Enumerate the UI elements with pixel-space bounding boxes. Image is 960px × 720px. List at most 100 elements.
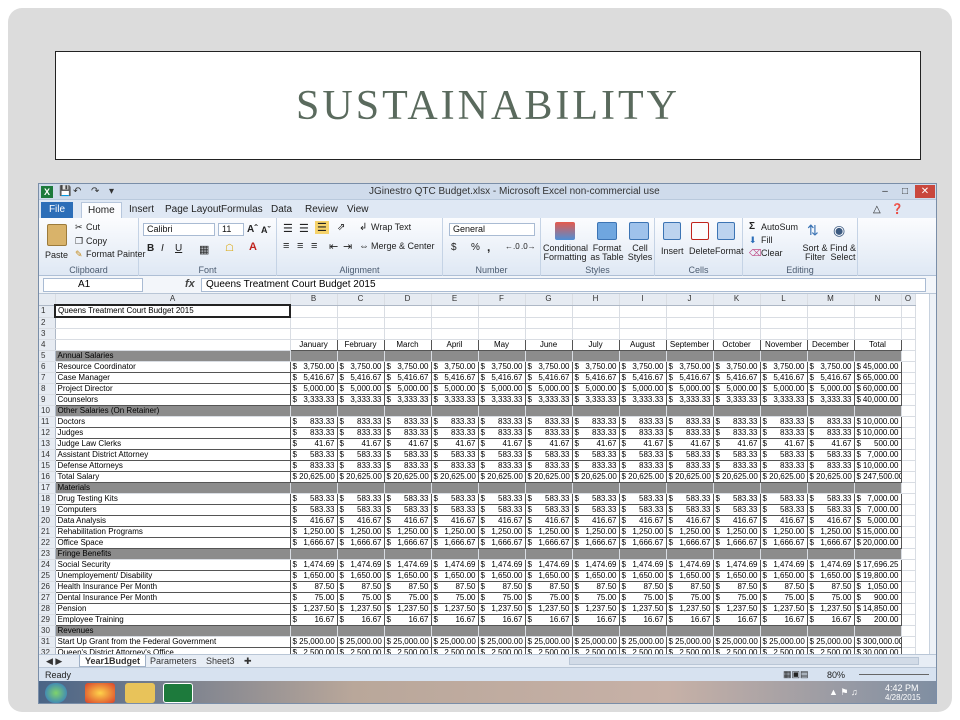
amount-cell[interactable]: $41.67 bbox=[477, 437, 526, 450]
section-fill-cell[interactable] bbox=[290, 548, 338, 560]
amount-cell[interactable]: $5,416.67 bbox=[571, 371, 620, 384]
name-box[interactable]: A1 bbox=[43, 278, 143, 292]
amount-cell[interactable]: $3,750.00 bbox=[336, 360, 385, 373]
section-fill-cell[interactable] bbox=[807, 482, 855, 494]
amount-cell[interactable]: $416.67 bbox=[289, 514, 338, 527]
amount-cell[interactable]: $5,000.00 bbox=[853, 514, 902, 527]
amount-cell[interactable]: $2,500.00 bbox=[430, 646, 479, 654]
amount-cell[interactable]: $16.67 bbox=[524, 613, 573, 626]
amount-cell[interactable]: $41.67 bbox=[289, 437, 338, 450]
amount-cell[interactable]: $5,000.00 bbox=[524, 382, 573, 395]
column-header[interactable]: J bbox=[666, 294, 714, 306]
amount-cell[interactable]: $1,650.00 bbox=[806, 569, 855, 582]
empty-cell[interactable] bbox=[901, 438, 916, 450]
worksheet-grid[interactable]: A B C D E F G H I J K L M N O 1 Queens Treatment Court B… bbox=[39, 294, 929, 654]
section-fill-cell[interactable] bbox=[337, 405, 385, 417]
amount-cell[interactable]: $7,000.00 bbox=[853, 448, 902, 461]
section-fill-cell[interactable] bbox=[431, 482, 479, 494]
section-fill-cell[interactable] bbox=[290, 350, 338, 362]
row-header[interactable]: 15 bbox=[39, 460, 56, 472]
section-fill-cell[interactable] bbox=[478, 350, 526, 362]
section-fill-cell[interactable] bbox=[431, 350, 479, 362]
empty-cell[interactable] bbox=[619, 305, 667, 318]
row-header[interactable]: 13 bbox=[39, 438, 56, 450]
row-header[interactable]: 27 bbox=[39, 592, 56, 604]
section-label-cell[interactable]: Materials bbox=[55, 482, 291, 494]
align-middle-icon[interactable]: ☰ bbox=[299, 222, 309, 235]
amount-cell[interactable]: $1,474.69 bbox=[618, 558, 667, 571]
empty-cell[interactable] bbox=[431, 317, 479, 329]
amount-cell[interactable]: $20,000.00 bbox=[853, 536, 902, 549]
sheet-tab-parameters[interactable]: Parameters bbox=[145, 655, 202, 667]
binoculars-icon[interactable]: ◉ bbox=[833, 222, 845, 239]
amount-cell[interactable]: $41.67 bbox=[336, 437, 385, 450]
amount-cell[interactable]: $583.33 bbox=[571, 448, 620, 461]
amount-cell[interactable]: $1,250.00 bbox=[524, 525, 573, 538]
section-fill-cell[interactable] bbox=[854, 482, 902, 494]
empty-cell[interactable] bbox=[384, 317, 432, 329]
align-left-icon[interactable]: ≡ bbox=[283, 240, 289, 252]
amount-cell[interactable]: $833.33 bbox=[665, 459, 714, 472]
shrink-font-icon[interactable]: Aˇ bbox=[261, 225, 271, 235]
currency-button[interactable]: $ bbox=[451, 242, 457, 253]
month-header-cell[interactable]: September bbox=[665, 338, 714, 351]
excel-app-icon[interactable]: X bbox=[41, 186, 53, 198]
amount-cell[interactable]: $75.00 bbox=[289, 591, 338, 604]
amount-cell[interactable]: $833.33 bbox=[524, 426, 573, 439]
section-fill-cell[interactable] bbox=[713, 625, 761, 637]
label-cell[interactable]: Judges bbox=[54, 426, 291, 439]
amount-cell[interactable]: $5,000.00 bbox=[571, 382, 620, 395]
section-fill-cell[interactable] bbox=[384, 625, 432, 637]
amount-cell[interactable]: $10,000.00 bbox=[853, 459, 902, 472]
amount-cell[interactable]: $833.33 bbox=[571, 459, 620, 472]
amount-cell[interactable]: $1,237.50 bbox=[712, 602, 761, 615]
amount-cell[interactable]: $41.67 bbox=[806, 437, 855, 450]
delete-cells-icon[interactable] bbox=[691, 222, 709, 240]
amount-cell[interactable]: $1,474.69 bbox=[477, 558, 526, 571]
clock-date[interactable]: 4/28/2015 bbox=[885, 693, 921, 702]
amount-cell[interactable]: $833.33 bbox=[336, 459, 385, 472]
empty-cell[interactable] bbox=[807, 328, 855, 340]
amount-cell[interactable]: $583.33 bbox=[336, 448, 385, 461]
amount-cell[interactable]: $500.00 bbox=[853, 437, 902, 450]
row-header[interactable]: 10 bbox=[39, 405, 56, 417]
empty-cell[interactable] bbox=[384, 328, 432, 340]
section-fill-cell[interactable] bbox=[337, 482, 385, 494]
amount-cell[interactable]: $1,650.00 bbox=[524, 569, 573, 582]
amount-cell[interactable]: $5,000.00 bbox=[430, 382, 479, 395]
format-table-icon[interactable] bbox=[597, 222, 617, 240]
amount-cell[interactable]: $ 25,000.00 bbox=[524, 635, 573, 648]
amount-cell[interactable]: $3,750.00 bbox=[665, 360, 714, 373]
brush-icon[interactable]: ✎ bbox=[75, 249, 83, 260]
amount-cell[interactable]: $75.00 bbox=[524, 591, 573, 604]
amount-cell[interactable]: $3,333.33 bbox=[712, 393, 761, 406]
minimize-button[interactable]: – bbox=[875, 185, 895, 198]
section-fill-cell[interactable] bbox=[854, 350, 902, 362]
amount-cell[interactable]: $416.67 bbox=[806, 514, 855, 527]
amount-cell[interactable]: $1,237.50 bbox=[477, 602, 526, 615]
label-cell[interactable]: Rehabilitation Programs bbox=[54, 525, 291, 538]
amount-cell[interactable]: $833.33 bbox=[618, 459, 667, 472]
amount-cell[interactable]: $16.67 bbox=[571, 613, 620, 626]
amount-cell[interactable]: $16.67 bbox=[477, 613, 526, 626]
percent-button[interactable]: % bbox=[471, 242, 480, 253]
amount-cell[interactable]: $87.50 bbox=[289, 580, 338, 593]
amount-cell[interactable]: $833.33 bbox=[430, 459, 479, 472]
amount-cell[interactable]: $16.67 bbox=[383, 613, 432, 626]
amount-cell[interactable]: $3,333.33 bbox=[806, 393, 855, 406]
empty-cell[interactable] bbox=[901, 405, 916, 417]
amount-cell[interactable]: $416.67 bbox=[571, 514, 620, 527]
amount-cell[interactable]: $1,666.67 bbox=[806, 536, 855, 549]
section-fill-cell[interactable] bbox=[760, 548, 808, 560]
section-fill-cell[interactable] bbox=[525, 350, 573, 362]
amount-cell[interactable]: $5,416.67 bbox=[289, 371, 338, 384]
label-cell[interactable]: Pension bbox=[54, 602, 291, 615]
tab-review[interactable]: Review bbox=[299, 202, 344, 218]
empty-cell[interactable] bbox=[478, 328, 526, 340]
amount-cell[interactable]: $583.33 bbox=[665, 492, 714, 505]
section-fill-cell[interactable] bbox=[290, 625, 338, 637]
amount-cell[interactable]: $1,474.69 bbox=[383, 558, 432, 571]
empty-cell[interactable] bbox=[572, 328, 620, 340]
amount-cell[interactable]: $ 25,000.00 bbox=[383, 635, 432, 648]
amount-cell[interactable]: $1,237.50 bbox=[430, 602, 479, 615]
